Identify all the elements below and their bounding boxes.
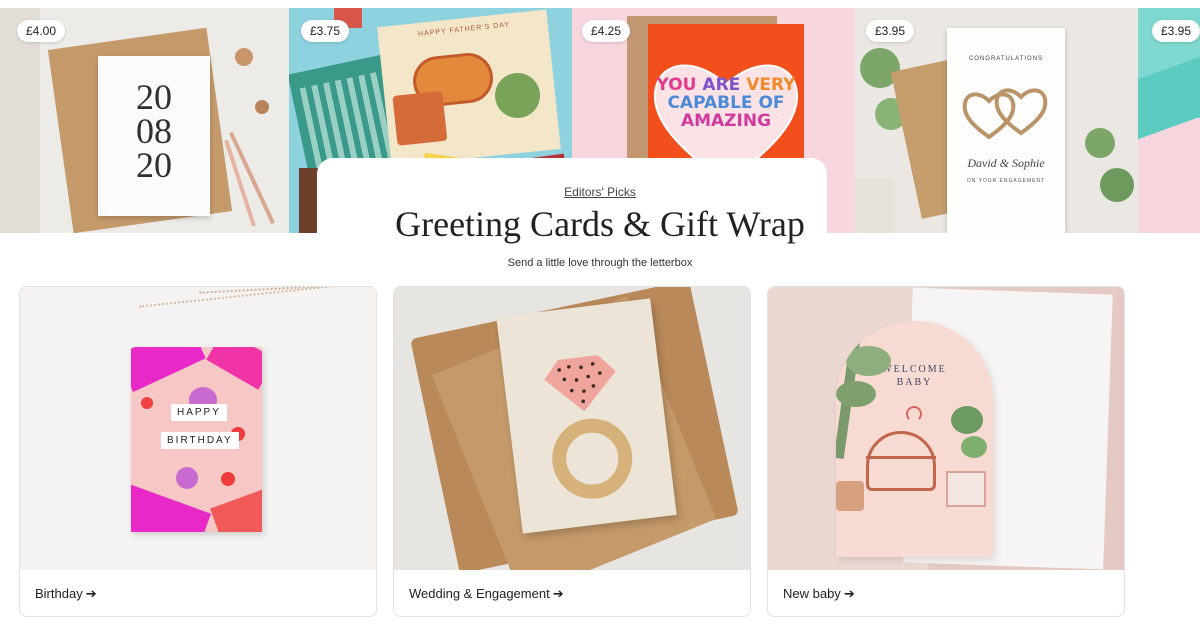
category-name: New baby <box>783 586 841 601</box>
card-image: WELCOME BABY <box>836 321 993 557</box>
product-tile-date-card[interactable]: 20 08 20 £4.00 <box>0 8 289 233</box>
category-label: Birthday ➔ <box>35 586 97 602</box>
page-title: Greeting Cards & Gift Wrap <box>395 204 805 244</box>
category-image: HAPPY BIRTHDAY <box>20 287 376 570</box>
category-image: WELCOME BABY <box>768 287 1124 570</box>
card-text: BIRTHDAY <box>161 432 239 449</box>
product-tile-partial[interactable]: £3.95 <box>1138 8 1200 233</box>
category-name: Birthday <box>35 586 83 601</box>
page-subtitle: Send a little love through the letterbox <box>507 257 693 269</box>
category-label: Wedding & Engagement ➔ <box>409 586 564 602</box>
editors-picks-link-row: Editors' Picks <box>0 185 1200 199</box>
category-image <box>394 287 750 570</box>
arrow-right-icon: ➔ <box>85 586 97 601</box>
card-text: ON YOUR ENGAGEMENT <box>966 178 1046 184</box>
product-tile-engagement-card[interactable]: CONGRATULATIONS David & Sophie ON YOUR E… <box>855 8 1138 233</box>
card-word: CAPABLE OF <box>667 93 785 113</box>
card-word: AMAZING <box>680 111 772 131</box>
price-badge: £3.95 <box>1152 20 1200 42</box>
card-year-line: 08 <box>136 111 172 151</box>
arrow-right-icon: ➔ <box>552 586 564 601</box>
category-card-new-baby[interactable]: WELCOME BABY New baby ➔ <box>767 286 1125 617</box>
price-badge: £4.25 <box>582 20 631 42</box>
price-badge: £3.75 <box>301 20 350 42</box>
arrow-right-icon: ➔ <box>843 586 855 601</box>
category-card-birthday[interactable]: HAPPY BIRTHDAY Birthday ➔ <box>19 286 377 617</box>
card-year-line: 20 <box>136 77 172 117</box>
category-name: Wedding & Engagement <box>409 586 550 601</box>
card-year-line: 20 <box>136 145 172 185</box>
card-text: CONGRATULATIONS <box>968 56 1044 62</box>
card-image <box>496 298 677 534</box>
card-text: David & Sophie <box>967 156 1045 170</box>
card-text: HAPPY FATHER'S DAY <box>417 21 511 39</box>
category-label: New baby ➔ <box>783 586 855 602</box>
card-word: YOU ARE VERY <box>656 75 796 95</box>
price-badge: £4.00 <box>17 20 66 42</box>
card-image: HAPPY BIRTHDAY <box>131 347 262 532</box>
editors-picks-link[interactable]: Editors' Picks <box>564 185 636 199</box>
card-text: HAPPY <box>171 404 227 421</box>
card-image: HAPPY FATHER'S DAY <box>377 9 561 167</box>
category-card-wedding-engagement[interactable]: Wedding & Engagement ➔ <box>393 286 751 617</box>
price-badge: £3.95 <box>866 20 915 42</box>
